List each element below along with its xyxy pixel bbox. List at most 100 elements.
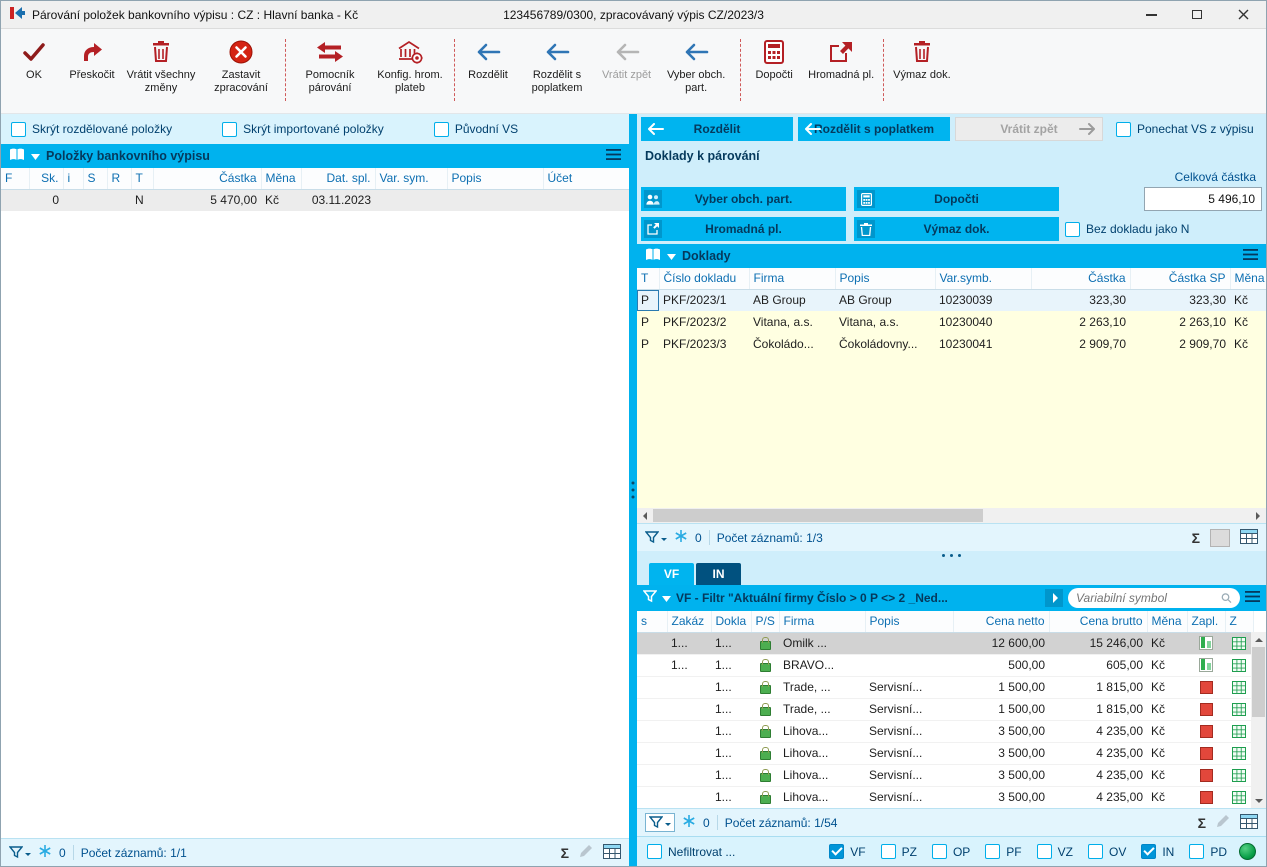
filter-icon[interactable] [9, 846, 31, 859]
doc-type-checkbox-pd[interactable]: PD [1189, 844, 1227, 859]
sum-icon[interactable]: Σ [561, 845, 569, 861]
column-header[interactable]: Sk. [29, 168, 63, 189]
chevron-down-icon[interactable] [667, 249, 676, 263]
snowflake-icon[interactable] [682, 814, 696, 831]
compute-button[interactable]: Dopočti [854, 187, 1059, 211]
table-row[interactable]: 1...Lihova...Servisní...3 500,004 235,00… [637, 742, 1253, 764]
filter-active-icon[interactable] [645, 813, 675, 832]
vertical-scrollbar[interactable] [1251, 632, 1266, 808]
doc-type-checkbox-vz[interactable]: VZ [1037, 844, 1073, 859]
column-header[interactable]: Var. sym. [375, 168, 447, 189]
delete-doc-toolbar-button[interactable]: Výmaz dok. [888, 33, 955, 113]
revert-all-button[interactable]: Vrátit všechny změny [121, 33, 201, 113]
column-header[interactable]: Popis [835, 268, 935, 289]
stop-processing-button[interactable]: Zastavit zpracování [201, 33, 281, 113]
sum-icon[interactable]: Σ [1192, 530, 1200, 546]
grid-menu-icon[interactable] [1245, 591, 1260, 605]
scrollbar-thumb[interactable] [653, 509, 983, 522]
edit-icon[interactable] [1216, 814, 1230, 831]
split-toolbar-button[interactable]: Rozdělit [459, 33, 517, 113]
column-header[interactable]: T [637, 268, 659, 289]
column-header[interactable]: Firma [779, 611, 865, 632]
column-header[interactable]: Z [1225, 611, 1253, 632]
grid-settings-icon[interactable] [1240, 814, 1258, 832]
doc-type-checkbox-in[interactable]: IN [1141, 844, 1174, 859]
column-header[interactable]: S [83, 168, 107, 189]
column-header[interactable]: Zapl. [1187, 611, 1225, 632]
no-document-checkbox[interactable]: Bez dokladu jako N [1065, 222, 1189, 237]
tab-vf[interactable]: VF [649, 563, 694, 585]
column-header[interactable]: Zakáz [667, 611, 711, 632]
column-header[interactable]: Číslo dokladu [659, 268, 749, 289]
doc-type-checkbox-pf[interactable]: PF [985, 844, 1021, 859]
table-row[interactable]: PPKF/2023/3Čokoládo...Čokoládovny...1023… [637, 333, 1266, 355]
split-button[interactable]: Rozdělit [641, 117, 793, 141]
doc-type-checkbox-vf[interactable]: VF [829, 844, 865, 859]
table-row[interactable]: 1...Trade, ...Servisní...1 500,001 815,0… [637, 698, 1253, 720]
column-header[interactable]: Měna [1147, 611, 1187, 632]
column-header[interactable]: R [107, 168, 131, 189]
table-row[interactable]: 0N5 470,00Kč03.11.2023 [1, 189, 629, 211]
tab-in[interactable]: IN [696, 563, 741, 585]
table-row[interactable]: 1...1...Omilk ...12 600,0015 246,00Kč [637, 632, 1253, 654]
table-row[interactable]: PPKF/2023/2Vitana, a.s.Vitana, a.s.10230… [637, 311, 1266, 333]
close-button[interactable] [1220, 1, 1266, 28]
maximize-button[interactable] [1174, 1, 1220, 28]
skip-button[interactable]: Přeskočit [63, 33, 121, 113]
unfiltered-checkbox[interactable]: Nefiltrovat ... [647, 844, 735, 859]
grid-menu-icon[interactable] [606, 149, 621, 163]
chevron-down-icon[interactable] [662, 591, 671, 605]
table-row[interactable]: 1...Lihova...Servisní...3 500,004 235,00… [637, 720, 1253, 742]
ok-button[interactable]: OK [5, 33, 63, 113]
snowflake-icon[interactable] [38, 844, 52, 861]
column-header[interactable]: Cena netto [953, 611, 1049, 632]
compute-toolbar-button[interactable]: Dopočti [745, 33, 803, 113]
bulk-payment-toolbar-button[interactable]: Hromadná pl. [803, 33, 879, 113]
split-with-fee-button[interactable]: Rozdělit s poplatkem [798, 117, 950, 141]
grid-settings-icon[interactable] [603, 844, 621, 862]
column-header[interactable]: Firma [749, 268, 835, 289]
hide-split-items-checkbox[interactable]: Skrýt rozdělované položky [11, 122, 172, 137]
column-header[interactable]: Cena brutto [1049, 611, 1147, 632]
grid-settings-icon[interactable] [1240, 529, 1258, 547]
panel-splitter[interactable] [629, 114, 637, 866]
scroll-down-icon[interactable] [1255, 793, 1263, 808]
doc-type-checkbox-pz[interactable]: PZ [881, 844, 917, 859]
table-row[interactable]: 1...Lihova...Servisní...3 500,004 235,00… [637, 764, 1253, 786]
pick-partner-toolbar-button[interactable]: Vyber obch. part. [656, 33, 736, 113]
split-with-fee-toolbar-button[interactable]: Rozdělit s poplatkem [517, 33, 597, 113]
column-header[interactable]: Popis [865, 611, 953, 632]
column-header[interactable]: Měna [261, 168, 301, 189]
bulk-payment-config-button[interactable]: Konfig. hrom. plateb [370, 33, 450, 113]
pick-partner-button[interactable]: Vyber obch. part. [641, 187, 846, 211]
column-header[interactable]: Částka [1031, 268, 1130, 289]
column-header[interactable]: Částka SP [1130, 268, 1230, 289]
edit-icon[interactable] [579, 844, 593, 861]
doc-type-checkbox-ov[interactable]: OV [1088, 844, 1126, 859]
run-filter-button[interactable] [1045, 589, 1063, 607]
original-vs-checkbox[interactable]: Původní VS [434, 122, 518, 137]
hide-imported-items-checkbox[interactable]: Skrýt importované položky [222, 122, 384, 137]
column-header[interactable]: s [637, 611, 667, 632]
table-row[interactable]: 1...1...BRAVO...500,00605,00Kč [637, 654, 1253, 676]
pairing-assistant-button[interactable]: Pomocník párování [290, 33, 370, 113]
column-header[interactable]: Částka [153, 168, 261, 189]
scroll-right-icon[interactable] [1250, 508, 1266, 523]
total-amount-input[interactable]: 5 496,10 [1144, 187, 1262, 211]
sum-icon[interactable]: Σ [1198, 815, 1206, 831]
table-row[interactable]: 1...Lihova...Servisní...3 500,004 235,00… [637, 786, 1253, 808]
filter-icon[interactable] [645, 531, 667, 544]
keep-vs-checkbox[interactable]: Ponechat VS z výpisu [1116, 122, 1254, 137]
column-header[interactable]: T [131, 168, 153, 189]
status-indicator-icon[interactable] [1239, 843, 1256, 860]
scroll-left-icon[interactable] [637, 508, 653, 523]
delete-doc-button[interactable]: Výmaz dok. [854, 217, 1059, 241]
horizontal-scrollbar[interactable] [637, 508, 1266, 523]
doc-type-checkbox-op[interactable]: OP [932, 844, 970, 859]
column-header[interactable]: F [1, 168, 29, 189]
table-row[interactable]: PPKF/2023/1AB GroupAB Group10230039323,3… [637, 289, 1266, 311]
variable-symbol-search-input[interactable] [1076, 591, 1217, 605]
column-header[interactable]: i [63, 168, 83, 189]
scrollbar-thumb[interactable] [1252, 647, 1265, 717]
column-header[interactable]: Účet [543, 168, 629, 189]
